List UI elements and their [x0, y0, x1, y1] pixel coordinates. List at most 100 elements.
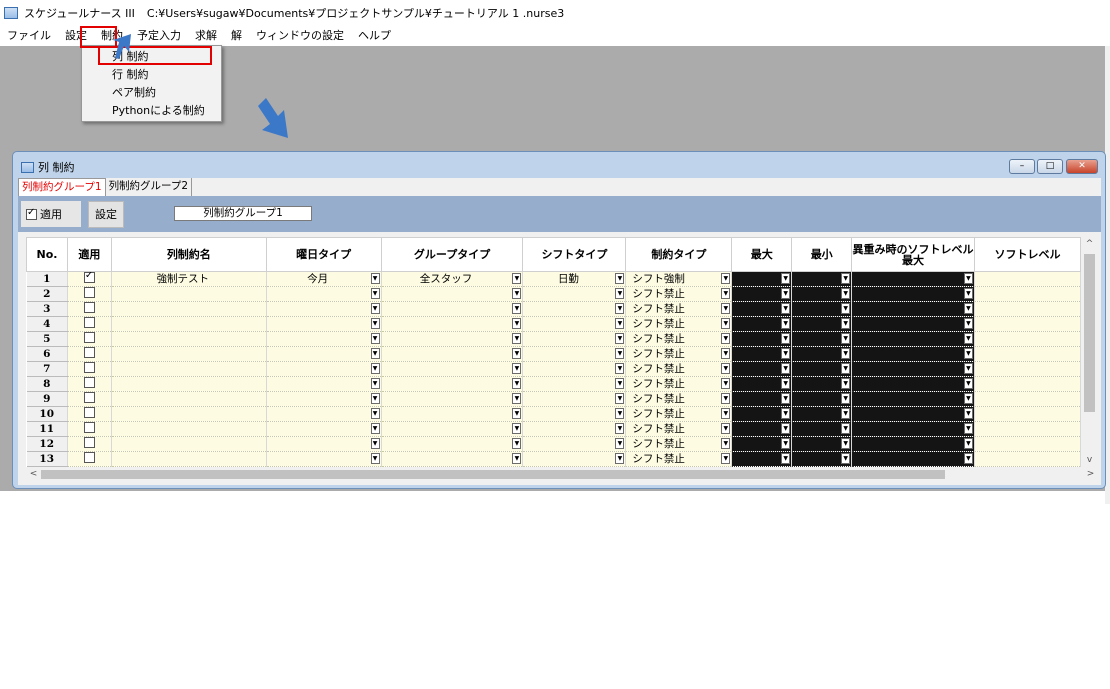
- day-type-cell[interactable]: ▼: [266, 421, 382, 437]
- dropdown-arrow-icon[interactable]: ▼: [721, 378, 731, 389]
- row-apply-checkbox[interactable]: [83, 407, 95, 418]
- vertical-scroll-thumb[interactable]: [1084, 254, 1095, 412]
- constraint-type-cell[interactable]: シフト禁止 ▼: [625, 301, 733, 317]
- soft-level-max-cell[interactable]: ▼: [851, 376, 975, 392]
- soft-level-cell[interactable]: [974, 331, 1081, 347]
- dropdown-arrow-icon[interactable]: ▼: [512, 408, 522, 419]
- constraint-type-cell[interactable]: シフト禁止 ▼: [625, 316, 733, 332]
- row-apply-checkbox[interactable]: [83, 332, 95, 343]
- dropdown-arrow-icon[interactable]: ▼: [841, 273, 851, 284]
- soft-level-cell[interactable]: [974, 421, 1081, 437]
- constraint-name-cell[interactable]: 強制テスト: [111, 271, 267, 287]
- scroll-down-icon[interactable]: v: [1081, 453, 1098, 467]
- close-button[interactable]: ✕: [1066, 159, 1098, 174]
- day-type-cell[interactable]: 今月 ▼: [266, 271, 382, 287]
- group-type-cell[interactable]: ▼: [381, 406, 524, 422]
- min-cell[interactable]: ▼: [791, 271, 853, 287]
- constraint-type-cell[interactable]: シフト禁止 ▼: [625, 346, 733, 362]
- day-type-cell[interactable]: ▼: [266, 346, 382, 362]
- col-soft-level-max[interactable]: 異重み時のソフトレベル最大: [851, 237, 975, 272]
- dropdown-arrow-icon[interactable]: ▼: [512, 438, 522, 449]
- dropdown-arrow-icon[interactable]: ▼: [963, 363, 973, 374]
- menu-solve[interactable]: 求解: [188, 26, 224, 46]
- min-cell[interactable]: ▼: [791, 391, 853, 407]
- row-apply-cell[interactable]: [67, 271, 112, 287]
- day-type-cell[interactable]: ▼: [266, 316, 382, 332]
- constraint-name-cell[interactable]: [111, 286, 267, 302]
- row-apply-checkbox[interactable]: [83, 377, 95, 388]
- min-cell[interactable]: ▼: [791, 301, 853, 317]
- shift-type-cell[interactable]: ▼: [522, 421, 627, 437]
- constraint-name-cell[interactable]: [111, 346, 267, 362]
- constraint-type-cell[interactable]: シフト禁止 ▼: [625, 391, 733, 407]
- min-cell[interactable]: ▼: [791, 361, 853, 377]
- dropdown-arrow-icon[interactable]: ▼: [721, 423, 731, 434]
- dropdown-arrow-icon[interactable]: ▼: [721, 393, 731, 404]
- min-cell[interactable]: ▼: [791, 316, 853, 332]
- soft-level-cell[interactable]: [974, 361, 1081, 377]
- dropdown-arrow-icon[interactable]: ▼: [512, 378, 522, 389]
- max-cell[interactable]: ▼: [731, 391, 793, 407]
- dropdown-arrow-icon[interactable]: ▼: [370, 288, 380, 299]
- soft-level-cell[interactable]: [974, 271, 1081, 287]
- dropdown-arrow-icon[interactable]: ▼: [841, 453, 851, 464]
- row-apply-cell[interactable]: [67, 331, 112, 347]
- group-type-cell[interactable]: ▼: [381, 451, 524, 467]
- dropdown-arrow-icon[interactable]: ▼: [841, 303, 851, 314]
- constraint-type-cell[interactable]: シフト禁止 ▼: [625, 406, 733, 422]
- dropdown-arrow-icon[interactable]: ▼: [512, 288, 522, 299]
- shift-type-cell[interactable]: ▼: [522, 346, 627, 362]
- soft-level-max-cell[interactable]: ▼: [851, 331, 975, 347]
- max-cell[interactable]: ▼: [731, 286, 793, 302]
- constraint-name-cell[interactable]: [111, 316, 267, 332]
- row-apply-checkbox[interactable]: [83, 362, 95, 373]
- row-apply-cell[interactable]: [67, 361, 112, 377]
- min-cell[interactable]: ▼: [791, 451, 853, 467]
- group-type-cell[interactable]: 全スタッフ ▼: [381, 271, 524, 287]
- min-cell[interactable]: ▼: [791, 406, 853, 422]
- group-type-cell[interactable]: ▼: [381, 361, 524, 377]
- col-apply[interactable]: 適用: [66, 237, 112, 272]
- dropdown-arrow-icon[interactable]: ▼: [512, 273, 522, 284]
- dropdown-arrow-icon[interactable]: ▼: [781, 333, 791, 344]
- horizontal-scrollbar[interactable]: < >: [26, 467, 1098, 482]
- row-apply-cell[interactable]: [67, 286, 112, 302]
- vertical-scrollbar[interactable]: ^ v: [1081, 237, 1098, 467]
- group-type-cell[interactable]: ▼: [381, 316, 524, 332]
- dropdown-arrow-icon[interactable]: ▼: [615, 333, 625, 344]
- menu-item-python-constraint[interactable]: Pythonによる制約: [82, 102, 221, 120]
- max-cell[interactable]: ▼: [731, 406, 793, 422]
- col-group-type[interactable]: グループタイプ: [380, 237, 524, 272]
- tab-group-1[interactable]: 列制約グループ1: [18, 178, 106, 196]
- shift-type-cell[interactable]: ▼: [522, 316, 627, 332]
- dropdown-arrow-icon[interactable]: ▼: [370, 393, 380, 404]
- constraint-type-cell[interactable]: シフト禁止 ▼: [625, 376, 733, 392]
- row-apply-checkbox[interactable]: [83, 317, 95, 328]
- menu-window-settings[interactable]: ウィンドウの設定: [249, 26, 351, 46]
- dropdown-arrow-icon[interactable]: ▼: [841, 423, 851, 434]
- dropdown-arrow-icon[interactable]: ▼: [841, 408, 851, 419]
- day-type-cell[interactable]: ▼: [266, 451, 382, 467]
- row-apply-cell[interactable]: [67, 316, 112, 332]
- soft-level-max-cell[interactable]: ▼: [851, 436, 975, 452]
- soft-level-cell[interactable]: [974, 301, 1081, 317]
- day-type-cell[interactable]: ▼: [266, 331, 382, 347]
- dropdown-arrow-icon[interactable]: ▼: [512, 318, 522, 329]
- row-apply-cell[interactable]: [67, 391, 112, 407]
- group-type-cell[interactable]: ▼: [381, 391, 524, 407]
- soft-level-cell[interactable]: [974, 346, 1081, 362]
- group-type-cell[interactable]: ▼: [381, 421, 524, 437]
- dropdown-arrow-icon[interactable]: ▼: [841, 318, 851, 329]
- min-cell[interactable]: ▼: [791, 376, 853, 392]
- shift-type-cell[interactable]: ▼: [522, 406, 627, 422]
- shift-type-cell[interactable]: ▼: [522, 451, 627, 467]
- constraint-name-cell[interactable]: [111, 361, 267, 377]
- constraint-type-cell[interactable]: シフト禁止 ▼: [625, 286, 733, 302]
- constraint-type-cell[interactable]: シフト禁止 ▼: [625, 361, 733, 377]
- soft-level-max-cell[interactable]: ▼: [851, 421, 975, 437]
- apply-checkbox-area[interactable]: 適用: [21, 201, 81, 227]
- dropdown-arrow-icon[interactable]: ▼: [512, 423, 522, 434]
- shift-type-cell[interactable]: 日勤 ▼: [522, 271, 627, 287]
- row-apply-cell[interactable]: [67, 301, 112, 317]
- constraint-type-cell[interactable]: シフト禁止 ▼: [625, 451, 733, 467]
